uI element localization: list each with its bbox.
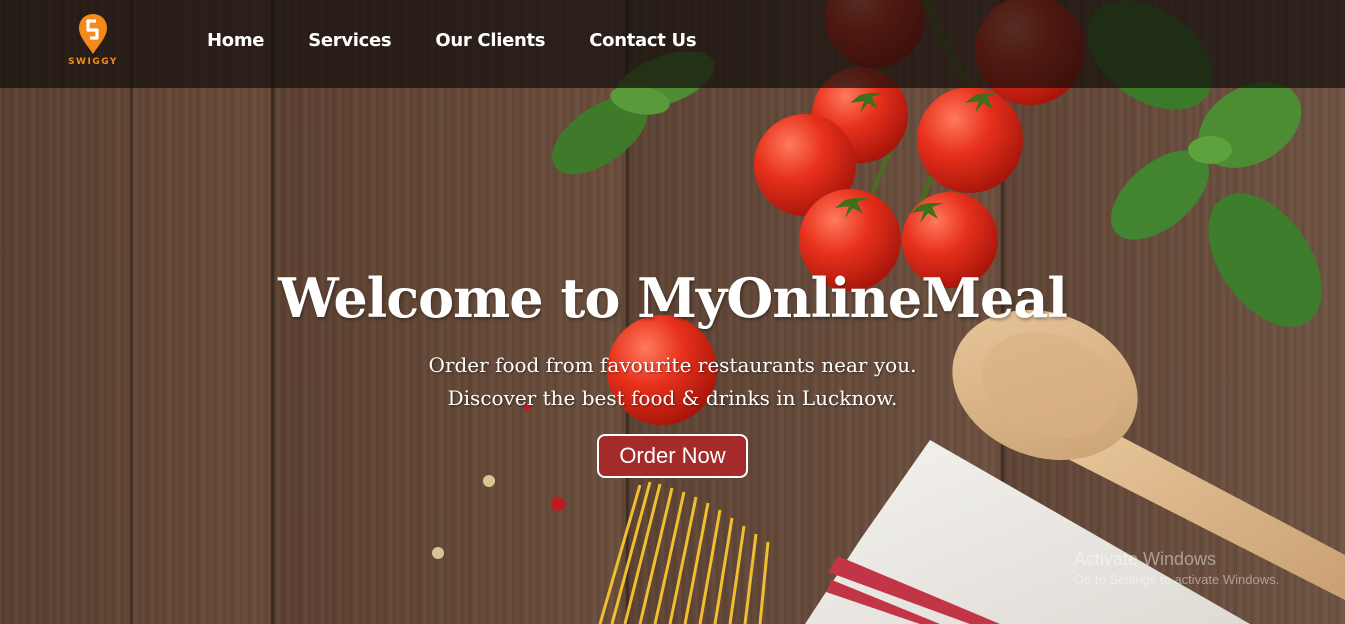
nav-link-our-clients[interactable]: Our Clients	[435, 30, 545, 51]
brand-logo[interactable]: SWIGGY	[66, 12, 120, 76]
main-nav: Home Services Our Clients Contact Us	[207, 30, 740, 51]
top-navbar: SWIGGY Home Services Our Clients Contact…	[0, 0, 1345, 88]
nav-link-services[interactable]: Services	[308, 30, 391, 51]
logo-text: SWIGGY	[68, 57, 118, 67]
watermark-subtitle: Go to Settings to activate Windows.	[1074, 572, 1280, 587]
swiggy-logo-icon	[79, 14, 107, 54]
nav-link-home[interactable]: Home	[207, 30, 265, 51]
watermark-title: Activate Windows	[1074, 549, 1217, 569]
hero-section: Welcome to MyOnlineMeal Order food from …	[0, 262, 1345, 478]
hero-title: Welcome to MyOnlineMeal	[278, 266, 1068, 330]
hero-tagline-1: Order food from favourite restaurants ne…	[428, 353, 917, 377]
spaghetti	[598, 481, 770, 624]
hero-tagline-2: Discover the best food & drinks in Luckn…	[447, 386, 898, 410]
nav-link-contact-us[interactable]: Contact Us	[589, 30, 696, 51]
order-now-button[interactable]: Order Now	[597, 434, 748, 478]
activate-windows-watermark: Activate Windows Go to Settings to activ…	[1074, 549, 1279, 587]
